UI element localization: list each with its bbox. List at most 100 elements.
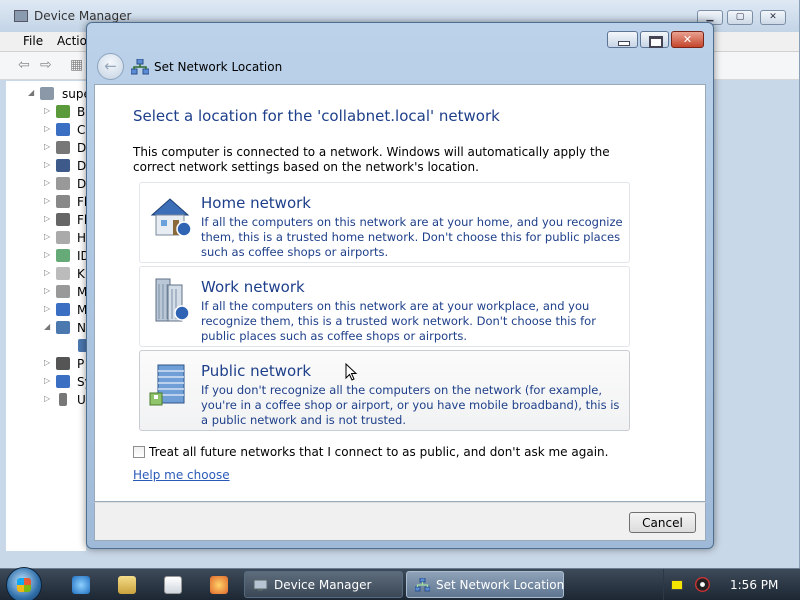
expand-icon[interactable]: ▷	[44, 232, 50, 241]
hid-icon	[56, 231, 70, 244]
tree-item[interactable]: ▷ D	[6, 139, 86, 157]
tree-item[interactable]	[6, 337, 92, 355]
expand-icon[interactable]: ▷	[44, 358, 50, 367]
expand-icon[interactable]: ▷	[44, 250, 50, 259]
tree-item-label: D	[77, 141, 86, 155]
tree-item-label: K	[77, 267, 85, 281]
forward-arrow-icon[interactable]: ⇨	[40, 58, 56, 72]
mouse-cursor-icon	[345, 363, 358, 381]
network-status-icon[interactable]	[695, 577, 710, 592]
monitor-icon	[56, 303, 70, 316]
expand-icon[interactable]: ▷	[44, 178, 50, 187]
clock[interactable]: 1:56 PM	[730, 578, 778, 592]
back-button[interactable]: ←	[97, 53, 124, 80]
tree-item[interactable]: ▷ Ba	[6, 103, 86, 121]
tree-item-label: D	[77, 159, 86, 173]
ide-controller-icon	[56, 249, 70, 262]
network-icon	[415, 578, 430, 592]
dialog-maximize-button[interactable]	[640, 31, 669, 48]
tree-item[interactable]: ▷ C	[6, 121, 86, 139]
expand-icon[interactable]: ▷	[44, 142, 50, 151]
tree-item[interactable]: ▷ Fl	[6, 193, 86, 211]
start-button[interactable]	[6, 567, 42, 600]
tree-item-label: M	[77, 285, 86, 299]
expand-icon[interactable]: ▷	[44, 124, 50, 133]
close-button[interactable]: ✕	[760, 10, 786, 25]
public-building-icon	[149, 364, 185, 406]
system-tray: 1:56 PM	[663, 569, 800, 600]
tree-item[interactable]: ▷ Sy	[6, 373, 86, 391]
tree-item-label: Fl	[77, 213, 86, 227]
tree-item[interactable]: ▷ D	[6, 157, 86, 175]
expand-icon[interactable]: ▷	[44, 268, 50, 277]
tree-item[interactable]: ▷ M	[6, 301, 86, 319]
public-network-title: Public network	[201, 362, 312, 380]
internet-explorer-icon[interactable]	[72, 576, 90, 594]
dialog-nav-bar: ← Set Network Location	[93, 50, 708, 83]
expand-icon[interactable]: ▷	[44, 196, 50, 205]
firefox-icon[interactable]	[210, 576, 228, 594]
explorer-folder-icon[interactable]	[118, 576, 136, 594]
system-devices-icon	[56, 375, 70, 388]
disk-drive-icon	[56, 141, 70, 154]
tree-item[interactable]: ▷ H	[6, 229, 86, 247]
expand-icon[interactable]: ▷	[44, 214, 50, 223]
public-network-description: If you don't recognize all the computers…	[201, 383, 620, 427]
tree-item[interactable]: ▷ Fl	[6, 211, 86, 229]
public-network-option[interactable]: Public network If you don't recognize al…	[139, 350, 630, 431]
dialog-titlebar[interactable]: ✕	[87, 23, 713, 51]
home-network-option[interactable]: Home network If all the computers on thi…	[139, 182, 630, 263]
maximize-button[interactable]: ▢	[727, 10, 753, 25]
dialog-close-button[interactable]: ✕	[671, 31, 704, 48]
home-network-title: Home network	[201, 194, 311, 212]
taskbar: Device Manager Set Network Location 1:56…	[0, 567, 800, 600]
treat-as-public-checkbox[interactable]	[133, 446, 145, 458]
help-me-choose-link[interactable]: Help me choose	[133, 468, 230, 482]
tree-root[interactable]: ◢ super	[6, 85, 92, 103]
collapse-icon[interactable]: ◢	[44, 322, 50, 331]
expand-icon[interactable]: ▷	[44, 376, 50, 385]
tree-item-label: H	[77, 231, 86, 245]
notification-icon[interactable]	[671, 580, 683, 590]
menu-action[interactable]: Actio	[57, 34, 87, 48]
tree-item-label: M	[77, 303, 86, 317]
tree-item[interactable]: ▷ D	[6, 175, 86, 193]
work-network-description: If all the computers on this network are…	[201, 299, 596, 343]
floppy-icon	[56, 195, 70, 208]
collapse-icon[interactable]: ◢	[28, 88, 34, 97]
treat-as-public-label[interactable]: Treat all future networks that I connect…	[149, 445, 608, 459]
tree-item[interactable]: ▷ K	[6, 265, 86, 283]
cancel-button[interactable]: Cancel	[629, 512, 696, 533]
properties-icon[interactable]: ▦	[70, 58, 86, 72]
back-arrow-icon[interactable]: ⇦	[18, 58, 34, 72]
tree-item-label: Sy	[77, 375, 86, 389]
network-icon	[131, 59, 149, 75]
tree-item[interactable]: ▷ U	[6, 391, 86, 409]
expand-icon[interactable]: ▷	[44, 106, 50, 115]
media-player-icon[interactable]	[164, 576, 182, 594]
battery-icon	[56, 105, 70, 118]
taskbar-item-set-network-location[interactable]: Set Network Location	[406, 571, 564, 598]
device-manager-icon	[14, 10, 28, 22]
taskbar-item-device-manager[interactable]: Device Manager	[244, 571, 403, 598]
intro-text: This computer is connected to a network.…	[133, 145, 610, 174]
work-network-option[interactable]: Work network If all the computers on thi…	[139, 266, 630, 347]
mouse-icon	[56, 285, 70, 298]
display-adapter-icon	[56, 159, 70, 172]
expand-icon[interactable]: ▷	[44, 304, 50, 313]
home-network-description: If all the computers on this network are…	[201, 215, 623, 259]
menu-file[interactable]: File	[23, 34, 43, 48]
tree-item[interactable]: ▷ M	[6, 283, 86, 301]
expand-icon[interactable]: ▷	[44, 286, 50, 295]
dialog-minimize-button[interactable]	[607, 31, 638, 48]
tree-item-label: Fl	[77, 195, 86, 209]
taskbar-item-label: Set Network Location	[436, 578, 565, 592]
expand-icon[interactable]: ▷	[44, 394, 50, 403]
tree-item[interactable]: ▷ ID	[6, 247, 86, 265]
tree-item[interactable]: ▷ P	[6, 355, 86, 373]
floppy-controller-icon	[56, 213, 70, 226]
dialog-content: Select a location for the 'collabnet.loc…	[94, 84, 706, 502]
device-manager-icon	[253, 579, 268, 591]
tree-item[interactable]: ◢ N	[6, 319, 86, 337]
expand-icon[interactable]: ▷	[44, 160, 50, 169]
